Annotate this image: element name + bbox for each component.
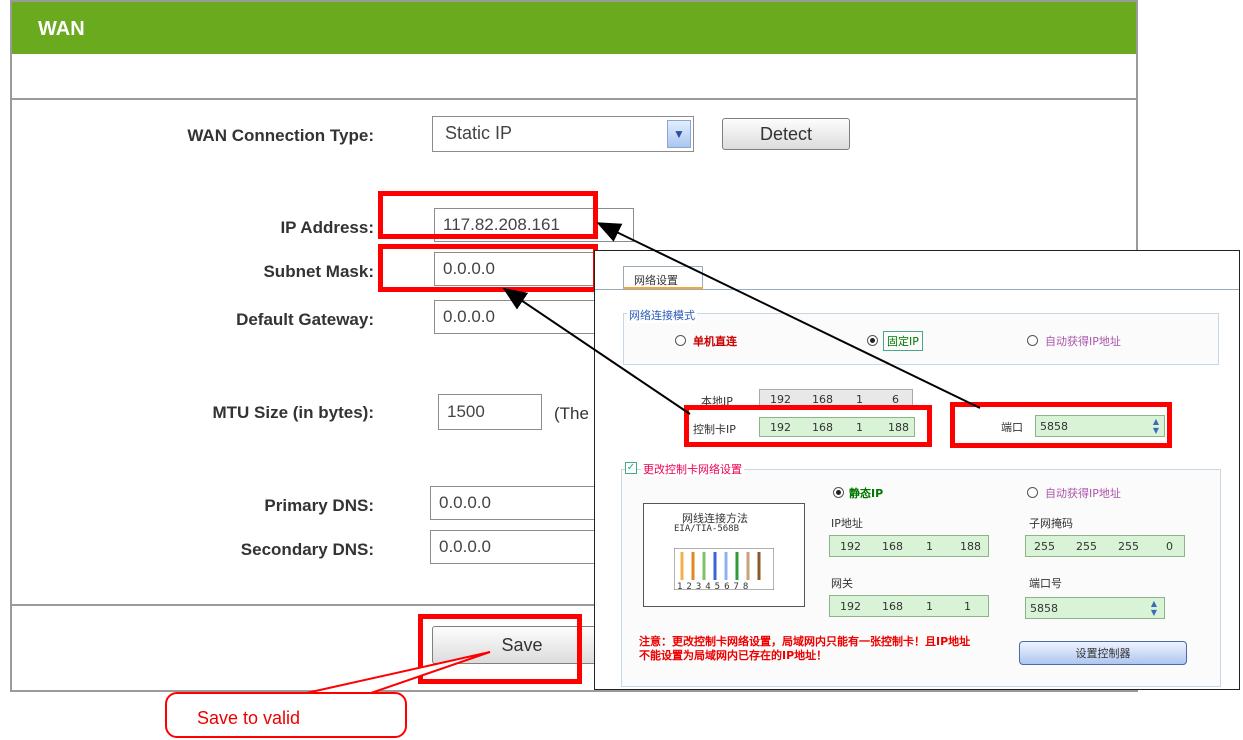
arrow-controller-to-mask <box>502 287 691 415</box>
callout-tail <box>301 651 491 695</box>
callout-text: Save to valid <box>197 708 301 728</box>
arrow-port-to-ip <box>596 222 981 409</box>
save-callout: Save to valid <box>165 692 407 738</box>
annotation-arrows <box>301 222 981 695</box>
